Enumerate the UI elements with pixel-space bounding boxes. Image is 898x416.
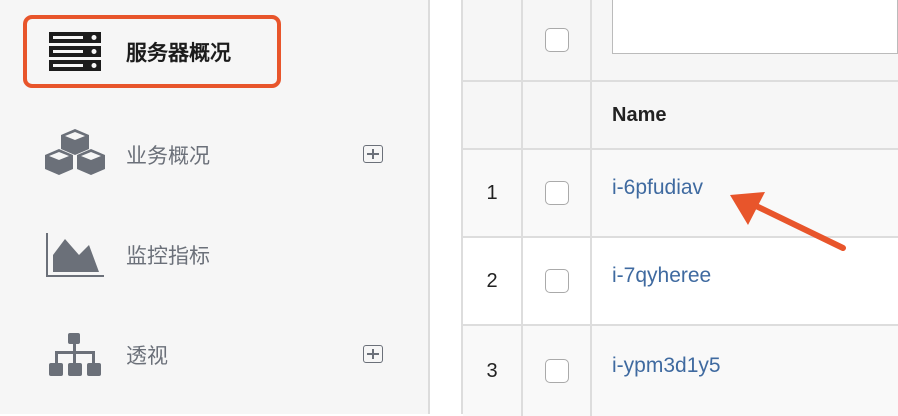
row-checkbox[interactable] (544, 269, 569, 293)
column-header-name[interactable]: Name (592, 82, 898, 148)
select-all-checkbox[interactable] (544, 28, 569, 52)
sidebar: 服务器概况 业务概况 监控指标 透视 (0, 0, 430, 414)
table-row: 3 i-ypm3d1y5 (463, 326, 898, 416)
row-index: 1 (463, 150, 523, 236)
sidebar-item-perspective[interactable]: 透视 (0, 325, 430, 385)
name-filter-input[interactable] (612, 0, 898, 54)
sidebar-item-label: 监控指标 (126, 245, 210, 268)
sidebar-item-label: 业务概况 (126, 145, 210, 168)
row-index: 3 (463, 326, 523, 416)
table-row: 1 i-6pfudiav (463, 150, 898, 238)
sitemap-icon (44, 330, 106, 380)
row-checkbox[interactable] (544, 181, 569, 205)
sidebar-item-label: 透视 (126, 345, 168, 368)
instance-link[interactable]: i-6pfudiav (612, 176, 703, 200)
header-row: Name (463, 82, 898, 150)
row-checkbox[interactable] (544, 359, 569, 383)
table-row: 2 i-7qyheree (463, 238, 898, 326)
filter-row (463, 0, 898, 82)
row-index: 2 (463, 238, 523, 324)
sidebar-item-business-overview[interactable]: 业务概况 (0, 125, 430, 185)
expand-plus-icon[interactable] (363, 345, 383, 363)
cubes-icon (44, 129, 106, 180)
instances-table: Name 1 i-6pfudiav 2 i-7qyheree 3 i-ypm3d… (461, 0, 898, 416)
sidebar-item-monitoring-metrics[interactable]: 监控指标 (0, 225, 430, 285)
highlight-box (23, 15, 281, 88)
instance-link[interactable]: i-7qyheree (612, 264, 711, 288)
area-chart-icon (44, 230, 106, 280)
expand-plus-icon[interactable] (363, 145, 383, 163)
instance-link[interactable]: i-ypm3d1y5 (612, 354, 721, 378)
